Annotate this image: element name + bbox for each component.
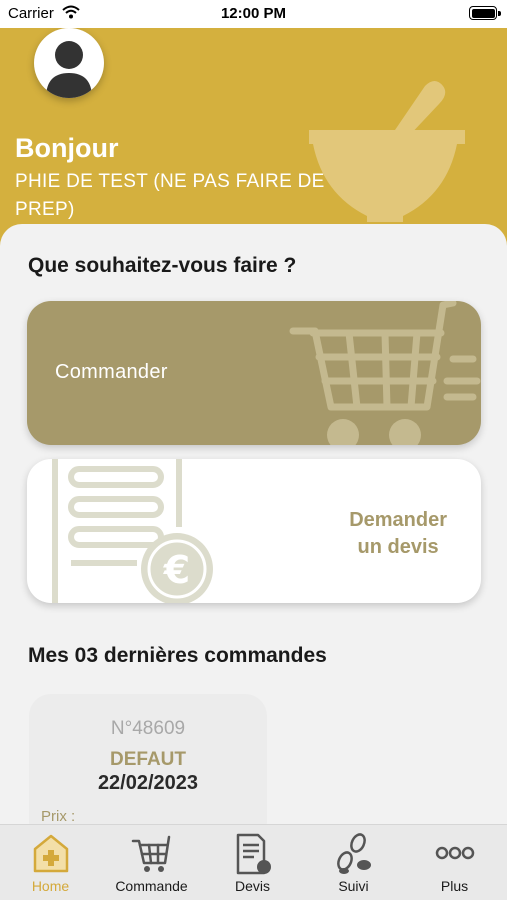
order-type: DEFAUT: [110, 749, 186, 770]
tab-home-label: Home: [31, 878, 70, 894]
tab-devis[interactable]: Devis: [202, 825, 303, 900]
cart-icon: [131, 835, 170, 872]
pharmacy-name: PHIE DE TEST (NE PAS FAIRE DE PREP): [15, 171, 325, 220]
avatar[interactable]: [34, 28, 104, 98]
order-number: N°48609: [110, 718, 186, 739]
tab-suivi[interactable]: Suivi: [303, 825, 404, 900]
main-content: Que souhaitez-vous faire ? Commander € D…: [0, 224, 507, 844]
home-plus-icon: [33, 834, 68, 873]
svg-text:€: €: [163, 548, 190, 592]
tab-home[interactable]: Home: [0, 825, 101, 900]
clock: 12:00 PM: [220, 5, 287, 22]
tab-commande-label: Commande: [115, 878, 188, 894]
tab-plus-label: Plus: [440, 878, 469, 894]
order-card[interactable]: N°48609 DEFAUT 22/02/2023 Prix :: [29, 694, 267, 844]
order-button[interactable]: Commander: [27, 301, 481, 445]
status-bar: Carrier 12:00 PM: [0, 0, 507, 28]
request-quote-label: Demander un devis: [349, 509, 447, 558]
shopping-cart-icon: [289, 301, 481, 445]
actions-title: Que souhaitez-vous faire ?: [28, 254, 297, 277]
document-icon: [236, 833, 271, 875]
order-label: Commander: [55, 361, 168, 383]
tab-plus[interactable]: Plus: [404, 825, 505, 900]
more-dots-icon: [435, 846, 474, 860]
user-avatar-icon: [46, 41, 92, 98]
order-price-label: Prix :: [41, 808, 76, 825]
greeting: Bonjour: [15, 133, 119, 163]
recent-orders-title: Mes 03 dernières commandes: [28, 644, 327, 667]
battery-icon: [469, 6, 497, 20]
tab-devis-label: Devis: [234, 878, 270, 894]
tab-suivi-label: Suivi: [338, 878, 369, 894]
tab-commande[interactable]: Commande: [101, 825, 202, 900]
tab-bar: Home Commande Devis Suivi Plus: [0, 824, 507, 900]
invoice-euro-icon: €: [52, 459, 213, 603]
request-quote-button[interactable]: € Demander un devis: [27, 459, 481, 603]
order-date: 22/02/2023: [97, 772, 199, 794]
footsteps-icon: [336, 833, 371, 874]
